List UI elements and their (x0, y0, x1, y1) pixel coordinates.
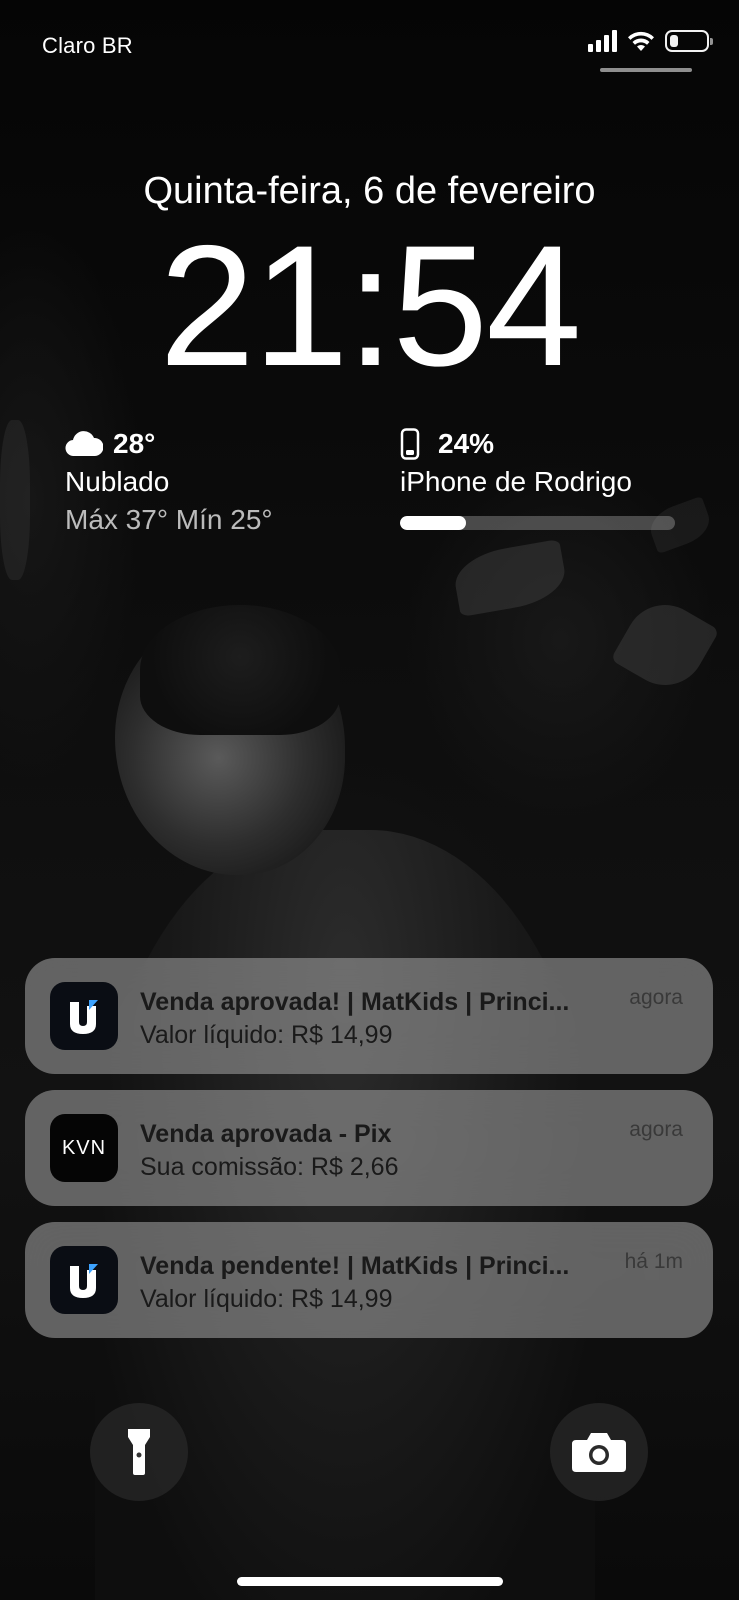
notification-card[interactable]: KVN Venda aprovada - Pix Sua comissão: R… (25, 1090, 713, 1206)
device-name: iPhone de Rodrigo (400, 466, 632, 497)
status-icons (588, 30, 713, 52)
camera-button[interactable] (550, 1403, 648, 1501)
battery-level-bar (400, 516, 675, 530)
weather-condition: Nublado (65, 466, 170, 497)
flashlight-icon (128, 1429, 150, 1475)
notification-time: agora (629, 1118, 683, 1141)
weather-range: Máx 37° Mín 25° (65, 504, 273, 535)
notification-title: Venda aprovada - Pix (140, 1120, 392, 1148)
battery-icon (665, 30, 713, 52)
notification-card[interactable]: Venda pendente! | MatKids | Princi... Va… (25, 1222, 713, 1338)
u-app-icon (50, 1246, 118, 1314)
notification-time: agora (629, 986, 683, 1009)
notification-body: Valor líquido: R$ 14,99 (140, 1285, 393, 1313)
iphone-icon (400, 428, 420, 460)
cellular-signal-icon (588, 30, 617, 52)
weather-temperature: 28° (113, 428, 156, 459)
control-center-indicator[interactable] (600, 68, 692, 72)
kvn-app-icon-text: KVN (61, 1136, 107, 1159)
lock-date: Quinta-feira, 6 de fevereiro (143, 170, 596, 212)
status-bar: Claro BR (0, 0, 739, 90)
notification-time: há 1m (624, 1250, 683, 1273)
carrier-label: Claro BR (42, 33, 133, 58)
notification-title: Venda pendente! | MatKids | Princi... (140, 1252, 570, 1280)
lock-time: 21:54 (159, 210, 581, 402)
battery-level-fill (400, 516, 466, 530)
battery-widget[interactable]: 24% iPhone de Rodrigo (400, 428, 675, 530)
kvn-app-icon: KVN (50, 1114, 118, 1182)
notification-body: Valor líquido: R$ 14,99 (140, 1021, 393, 1049)
camera-icon (572, 1433, 626, 1472)
cloud-icon (65, 431, 103, 457)
battery-percent: 24% (438, 428, 495, 459)
notification-title: Venda aprovada! | MatKids | Princi... (140, 988, 570, 1016)
notification-card[interactable]: Venda aprovada! | MatKids | Princi... Va… (25, 958, 713, 1074)
flashlight-button[interactable] (90, 1403, 188, 1501)
home-indicator[interactable] (237, 1577, 503, 1586)
u-app-icon (50, 982, 118, 1050)
weather-widget[interactable]: 28° Nublado Máx 37° Mín 25° (65, 428, 355, 536)
notification-body: Sua comissão: R$ 2,66 (140, 1153, 399, 1181)
wallpaper-person-hair (140, 605, 340, 735)
wifi-icon (628, 31, 654, 51)
